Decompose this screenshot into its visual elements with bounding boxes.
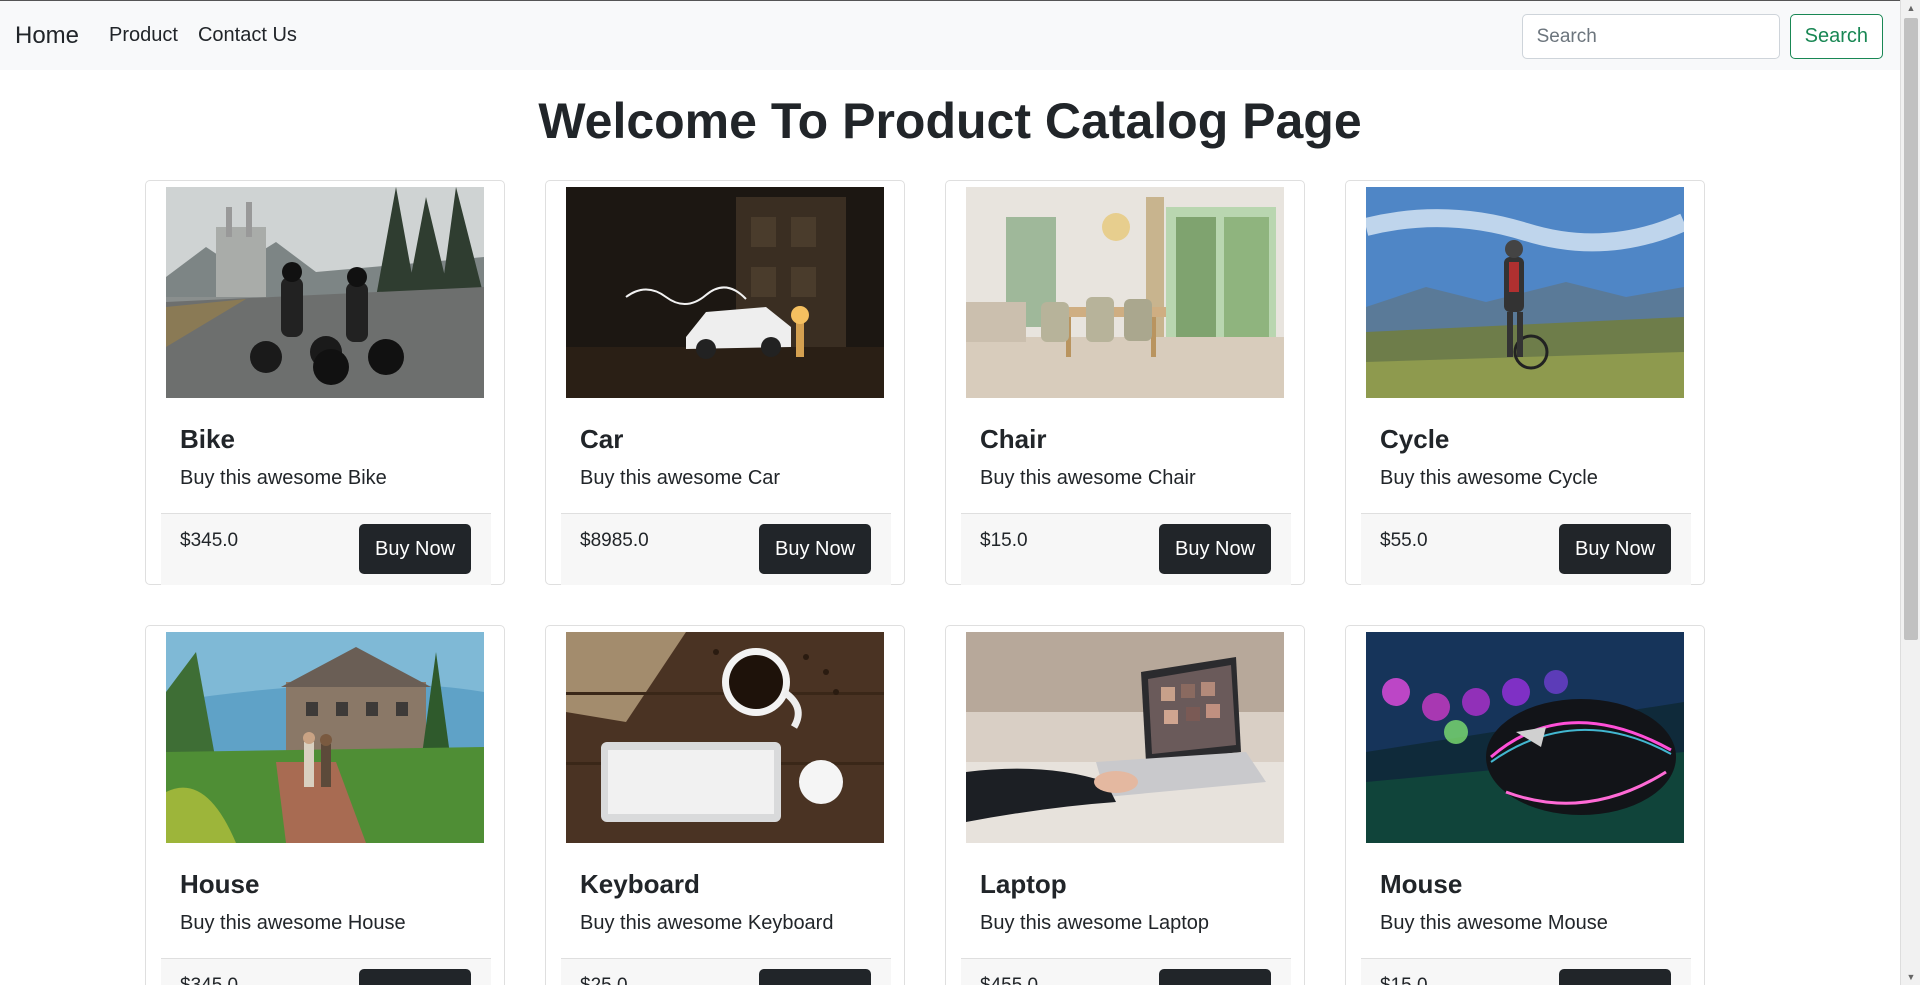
product-card-cycle: Cycle Buy this awesome Cycle $55.0 Buy N…: [1345, 180, 1705, 585]
car-photo-icon: [566, 187, 884, 398]
buy-now-button[interactable]: Buy Now: [1159, 969, 1271, 985]
product-description: Buy this awesome Keyboard: [580, 912, 834, 934]
product-description: Buy this awesome Mouse: [1380, 912, 1608, 934]
card-footer: $455.0 Buy Now: [961, 958, 1291, 985]
product-price: $345.0: [180, 530, 239, 551]
card-footer: $345.0 Buy Now: [161, 958, 491, 985]
buy-now-button[interactable]: Buy Now: [1559, 524, 1671, 574]
product-image-bike: [166, 187, 484, 398]
brand-home-link[interactable]: Home: [15, 22, 79, 50]
card-footer: $55.0 Buy Now: [1361, 513, 1691, 585]
navbar: Home Product Contact Us Search: [0, 0, 1900, 70]
product-card-mouse: Mouse Buy this awesome Mouse $15.0 Buy N…: [1345, 625, 1705, 985]
product-image-laptop: [966, 632, 1284, 843]
product-image-keyboard: [566, 632, 884, 843]
product-card-house: House Buy this awesome House $345.0 Buy …: [145, 625, 505, 985]
product-card-keyboard: Keyboard Buy this awesome Keyboard $25.0…: [545, 625, 905, 985]
card-footer: $345.0 Buy Now: [161, 513, 491, 585]
product-price: $15.0: [1380, 975, 1428, 985]
product-price: $8985.0: [580, 530, 649, 551]
product-title: Cycle: [1380, 424, 1450, 454]
mouse-photo-icon: [1366, 632, 1684, 843]
product-image-cycle: [1366, 187, 1684, 398]
vertical-scrollbar[interactable]: ▲ ▼: [1900, 0, 1920, 985]
product-title: House: [180, 869, 260, 899]
buy-now-button[interactable]: Buy Now: [759, 524, 871, 574]
product-description: Buy this awesome Bike: [180, 467, 387, 489]
product-image-chair: [966, 187, 1284, 398]
page: Home Product Contact Us Search Welcome T…: [0, 0, 1920, 985]
scrollbar-thumb[interactable]: [1904, 18, 1918, 640]
product-price: $345.0: [180, 975, 238, 985]
product-description: Buy this awesome Cycle: [1380, 467, 1598, 489]
page-title: Welcome To Product Catalog Page: [538, 93, 1362, 149]
product-description: Buy this awesome Laptop: [980, 912, 1210, 934]
bike-photo-icon: [166, 187, 484, 398]
keyboard-photo-icon: [566, 632, 884, 843]
house-photo-icon: [166, 632, 484, 843]
buy-now-button[interactable]: Buy Now: [359, 969, 471, 985]
product-title: Mouse: [1380, 869, 1463, 899]
product-card-laptop: Laptop Buy this awesome Laptop $455.0 Bu…: [945, 625, 1305, 985]
buy-now-button[interactable]: Buy Now: [759, 969, 871, 985]
product-card-chair: Chair Buy this awesome Chair $15.0 Buy N…: [945, 180, 1305, 585]
product-title: Keyboard: [580, 869, 700, 899]
product-image-car: [566, 187, 884, 398]
product-image-house: [166, 632, 484, 843]
chair-photo-icon: [966, 187, 1284, 398]
product-price: $55.0: [1380, 530, 1428, 551]
product-title: Bike: [180, 424, 235, 454]
card-footer: $8985.0 Buy Now: [561, 513, 891, 585]
product-card-bike: Bike Buy this awesome Bike $345.0 Buy No…: [145, 180, 505, 585]
nav-links: Product Contact Us: [109, 24, 297, 47]
product-price: $25.0: [580, 975, 628, 985]
buy-now-button[interactable]: Buy Now: [1559, 969, 1671, 985]
card-footer: $15.0 Buy Now: [1361, 958, 1691, 985]
product-title: Laptop: [980, 869, 1067, 899]
product-title: Car: [580, 424, 624, 454]
product-description: Buy this awesome Car: [580, 467, 781, 489]
product-price: $455.0: [980, 975, 1038, 985]
laptop-photo-icon: [966, 632, 1284, 843]
scroll-down-arrow-icon[interactable]: ▼: [1901, 969, 1920, 985]
nav-link-product[interactable]: Product: [109, 24, 178, 47]
product-price: $15.0: [980, 530, 1028, 551]
cycle-photo-icon: [1366, 187, 1684, 398]
buy-now-button[interactable]: Buy Now: [359, 524, 471, 574]
search-input[interactable]: [1521, 14, 1780, 59]
buy-now-button[interactable]: Buy Now: [1159, 524, 1271, 574]
search-button[interactable]: Search: [1789, 14, 1883, 59]
search-form: Search: [1521, 14, 1883, 59]
product-title: Chair: [980, 424, 1047, 454]
product-description: Buy this awesome House: [180, 912, 406, 934]
product-image-mouse: [1366, 632, 1684, 843]
card-footer: $15.0 Buy Now: [961, 513, 1291, 585]
product-description: Buy this awesome Chair: [980, 467, 1196, 489]
product-card-car: Car Buy this awesome Car $8985.0 Buy Now: [545, 180, 905, 585]
card-footer: $25.0 Buy Now: [561, 958, 891, 985]
scroll-up-arrow-icon[interactable]: ▲: [1901, 0, 1920, 16]
nav-link-contact-us[interactable]: Contact Us: [198, 24, 297, 47]
